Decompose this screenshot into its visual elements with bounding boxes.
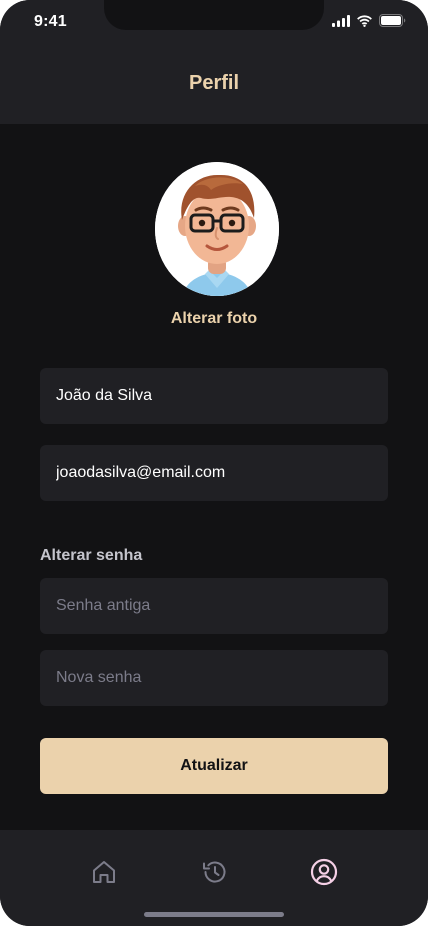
device-notch [104, 0, 324, 30]
tab-history[interactable] [194, 852, 234, 892]
avatar-illustration [155, 162, 279, 296]
page-title: Perfil [188, 72, 240, 94]
email-input[interactable] [40, 445, 388, 501]
wifi-icon [357, 14, 372, 27]
change-password-label: Alterar senha [40, 547, 143, 564]
update-button[interactable]: Atualizar [40, 738, 388, 794]
user-circle-icon [310, 858, 338, 886]
cellular-signal-icon [332, 14, 350, 27]
app-header: 9:41 Perfil [0, 0, 428, 124]
change-photo-link[interactable]: Alterar foto [0, 310, 428, 328]
battery-icon [379, 14, 406, 27]
status-time: 9:41 [34, 13, 67, 30]
bottom-tab-bar [0, 830, 428, 926]
phone-screen: 9:41 Perfil Alterar foto João da Silva j… [0, 0, 428, 926]
avatar[interactable] [155, 162, 279, 296]
history-icon [203, 861, 226, 883]
name-input[interactable] [40, 368, 388, 424]
tab-home[interactable] [84, 852, 124, 892]
old-password-input[interactable] [40, 578, 388, 634]
home-indicator [144, 912, 284, 917]
status-icons [332, 14, 406, 27]
tab-profile[interactable] [304, 852, 344, 892]
new-password-input[interactable] [40, 650, 388, 706]
home-icon [93, 861, 115, 883]
